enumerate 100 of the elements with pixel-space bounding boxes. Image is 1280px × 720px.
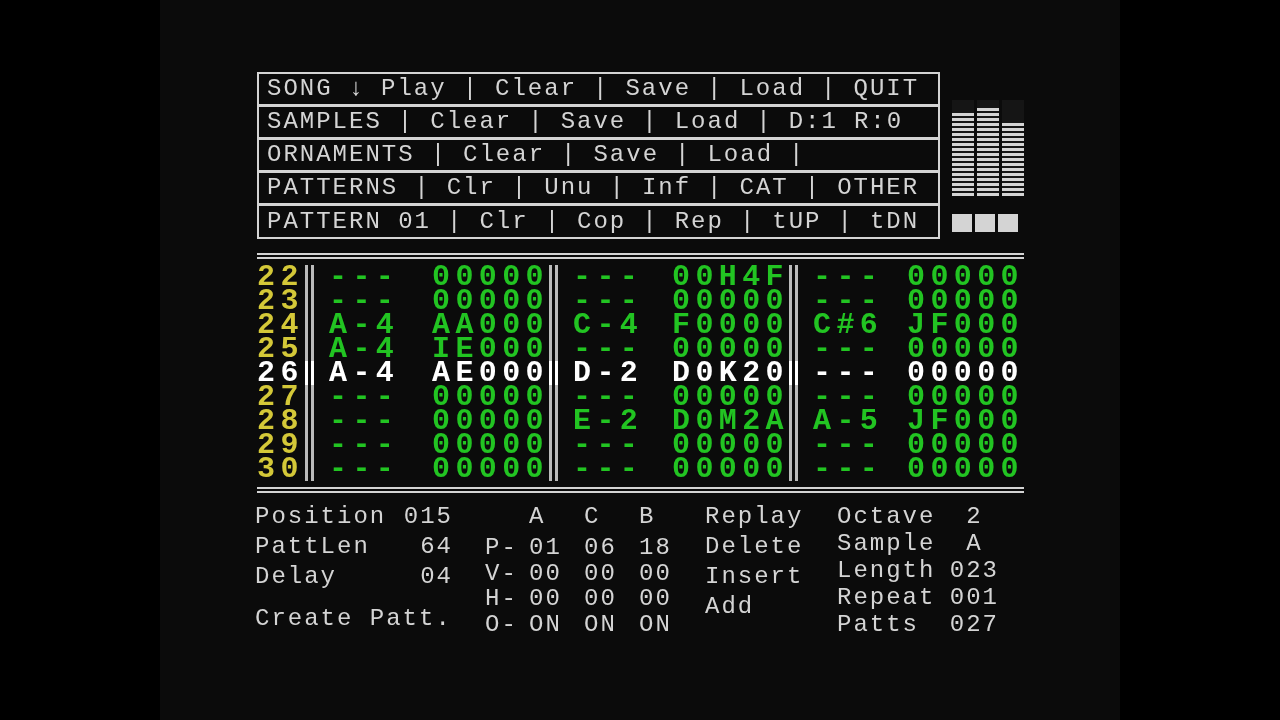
effect-cell[interactable]: 00000 (907, 457, 1024, 481)
effect-cell[interactable]: 00000 (672, 337, 789, 361)
menu-option[interactable]: Clear (463, 142, 546, 168)
menu-option[interactable]: tDN (869, 208, 920, 235)
menu-title[interactable]: PATTERN 01 (267, 208, 432, 235)
menu-option[interactable]: Clr (446, 175, 496, 201)
menu-title[interactable]: SONG (267, 76, 333, 102)
menu-option[interactable]: D:1 (788, 109, 838, 135)
effect-cell[interactable]: 00000 (432, 265, 549, 289)
note-cell[interactable]: A-4 (329, 313, 400, 337)
note-cell[interactable]: --- (573, 337, 644, 361)
effect-cell[interactable]: 00000 (672, 457, 789, 481)
menu-option[interactable]: Rep (674, 208, 724, 235)
menu-separator: | (789, 142, 806, 168)
effect-cell[interactable]: 00000 (432, 409, 549, 433)
menu-separator: | (707, 175, 724, 201)
row-number: 26 (257, 361, 305, 385)
menu-option[interactable]: Load (707, 142, 774, 168)
menu-option[interactable]: Load (739, 76, 806, 102)
menu-option[interactable]: Save (625, 76, 692, 102)
menu-title[interactable]: ORNAMENTS (267, 142, 415, 168)
menu-option[interactable]: Clr (479, 208, 529, 235)
note-cell[interactable]: --- (813, 289, 884, 313)
note-cell[interactable]: A-5 (813, 409, 884, 433)
effect-cell[interactable]: 00000 (672, 289, 789, 313)
effect-cell[interactable]: D0K20 (672, 361, 789, 385)
note-cell[interactable]: --- (813, 361, 884, 385)
effect-cell[interactable]: 00000 (907, 385, 1024, 409)
effect-cell[interactable]: D0M2A (672, 409, 789, 433)
note-cell[interactable]: D-2 (573, 361, 644, 385)
menu-option[interactable]: Clear (495, 76, 578, 102)
note-cell[interactable]: --- (573, 385, 644, 409)
effect-cell[interactable]: 00000 (672, 433, 789, 457)
note-cell[interactable]: E-2 (573, 409, 644, 433)
menu-option[interactable]: OTHER (837, 175, 920, 201)
effect-cell[interactable]: 00000 (432, 457, 549, 481)
effect-cell[interactable]: 00000 (432, 385, 549, 409)
note-cell[interactable]: --- (329, 433, 400, 457)
action-option[interactable]: Delete (705, 535, 837, 559)
effect-cell[interactable]: F0000 (672, 313, 789, 337)
note-cell[interactable]: A-4 (329, 337, 400, 361)
row-number: 22 (257, 265, 305, 289)
action-option[interactable]: Add (705, 595, 837, 619)
effect-cell[interactable]: 00000 (907, 337, 1024, 361)
menu-option[interactable]: Unu (544, 175, 594, 201)
note-cell[interactable]: --- (573, 433, 644, 457)
note-cell[interactable]: --- (813, 385, 884, 409)
menu-title[interactable]: PATTERNS (267, 175, 399, 201)
action-option[interactable]: Replay (705, 505, 837, 529)
effect-cell[interactable]: 00000 (907, 361, 1024, 385)
menu-option[interactable]: QUIT (853, 76, 920, 102)
note-cell[interactable]: --- (813, 337, 884, 361)
note-cell[interactable]: --- (813, 265, 884, 289)
parameter-label: H- (485, 587, 519, 613)
note-cell[interactable]: --- (329, 457, 400, 481)
effect-cell[interactable]: 00000 (907, 433, 1024, 457)
action-option[interactable]: Insert (705, 565, 837, 589)
note-cell[interactable]: --- (813, 457, 884, 481)
effect-cell[interactable]: AA000 (432, 313, 549, 337)
menu-option[interactable]: ↓ (348, 76, 365, 102)
effect-cell[interactable]: JF000 (907, 313, 1024, 337)
effect-cell[interactable]: IE000 (432, 337, 549, 361)
info-label: Repeat (837, 584, 936, 611)
note-cell[interactable]: --- (329, 409, 400, 433)
menu-option[interactable]: R:0 (853, 109, 904, 135)
menu-option[interactable]: CAT (739, 175, 789, 201)
menu-option[interactable]: Save (593, 142, 660, 168)
menu-separator: | (414, 175, 431, 201)
menu-option[interactable]: Load (674, 109, 741, 135)
effect-cell[interactable]: 00000 (672, 385, 789, 409)
effect-cell[interactable]: 00H4F (672, 265, 789, 289)
menu-option[interactable]: tUP (772, 208, 822, 235)
menu-title[interactable]: SAMPLES (267, 109, 382, 135)
menu-option[interactable]: Cop (577, 208, 627, 235)
effect-cell[interactable]: 00000 (432, 433, 549, 457)
menu-option[interactable]: Inf (641, 175, 692, 201)
menu-option[interactable]: Play (381, 76, 447, 102)
effect-cell[interactable]: JF000 (907, 409, 1024, 433)
effect-cell[interactable]: 00000 (432, 289, 549, 313)
create-pattern-option[interactable]: Create Patt. (255, 607, 485, 631)
effect-cell[interactable]: 00000 (907, 289, 1024, 313)
note-cell[interactable]: --- (329, 265, 400, 289)
note-cell[interactable]: --- (329, 385, 400, 409)
info-value: A (965, 530, 984, 557)
info-value: 027 (948, 611, 1001, 638)
parameter-value: 00 (584, 561, 618, 588)
effect-cell[interactable]: AE000 (432, 361, 549, 385)
note-cell[interactable]: C#6 (813, 313, 884, 337)
note-cell[interactable]: A-4 (329, 361, 400, 385)
info-label: Sample (837, 530, 936, 557)
note-cell[interactable]: --- (573, 265, 644, 289)
menu-option[interactable]: Save (560, 109, 627, 135)
effect-cell[interactable]: 00000 (907, 265, 1024, 289)
note-cell[interactable]: --- (329, 289, 400, 313)
menu-option[interactable]: Clear (430, 109, 513, 135)
note-cell[interactable]: --- (573, 457, 644, 481)
note-cell[interactable]: --- (813, 433, 884, 457)
menu-separator: | (462, 76, 480, 102)
note-cell[interactable]: C-4 (573, 313, 644, 337)
note-cell[interactable]: --- (573, 289, 644, 313)
